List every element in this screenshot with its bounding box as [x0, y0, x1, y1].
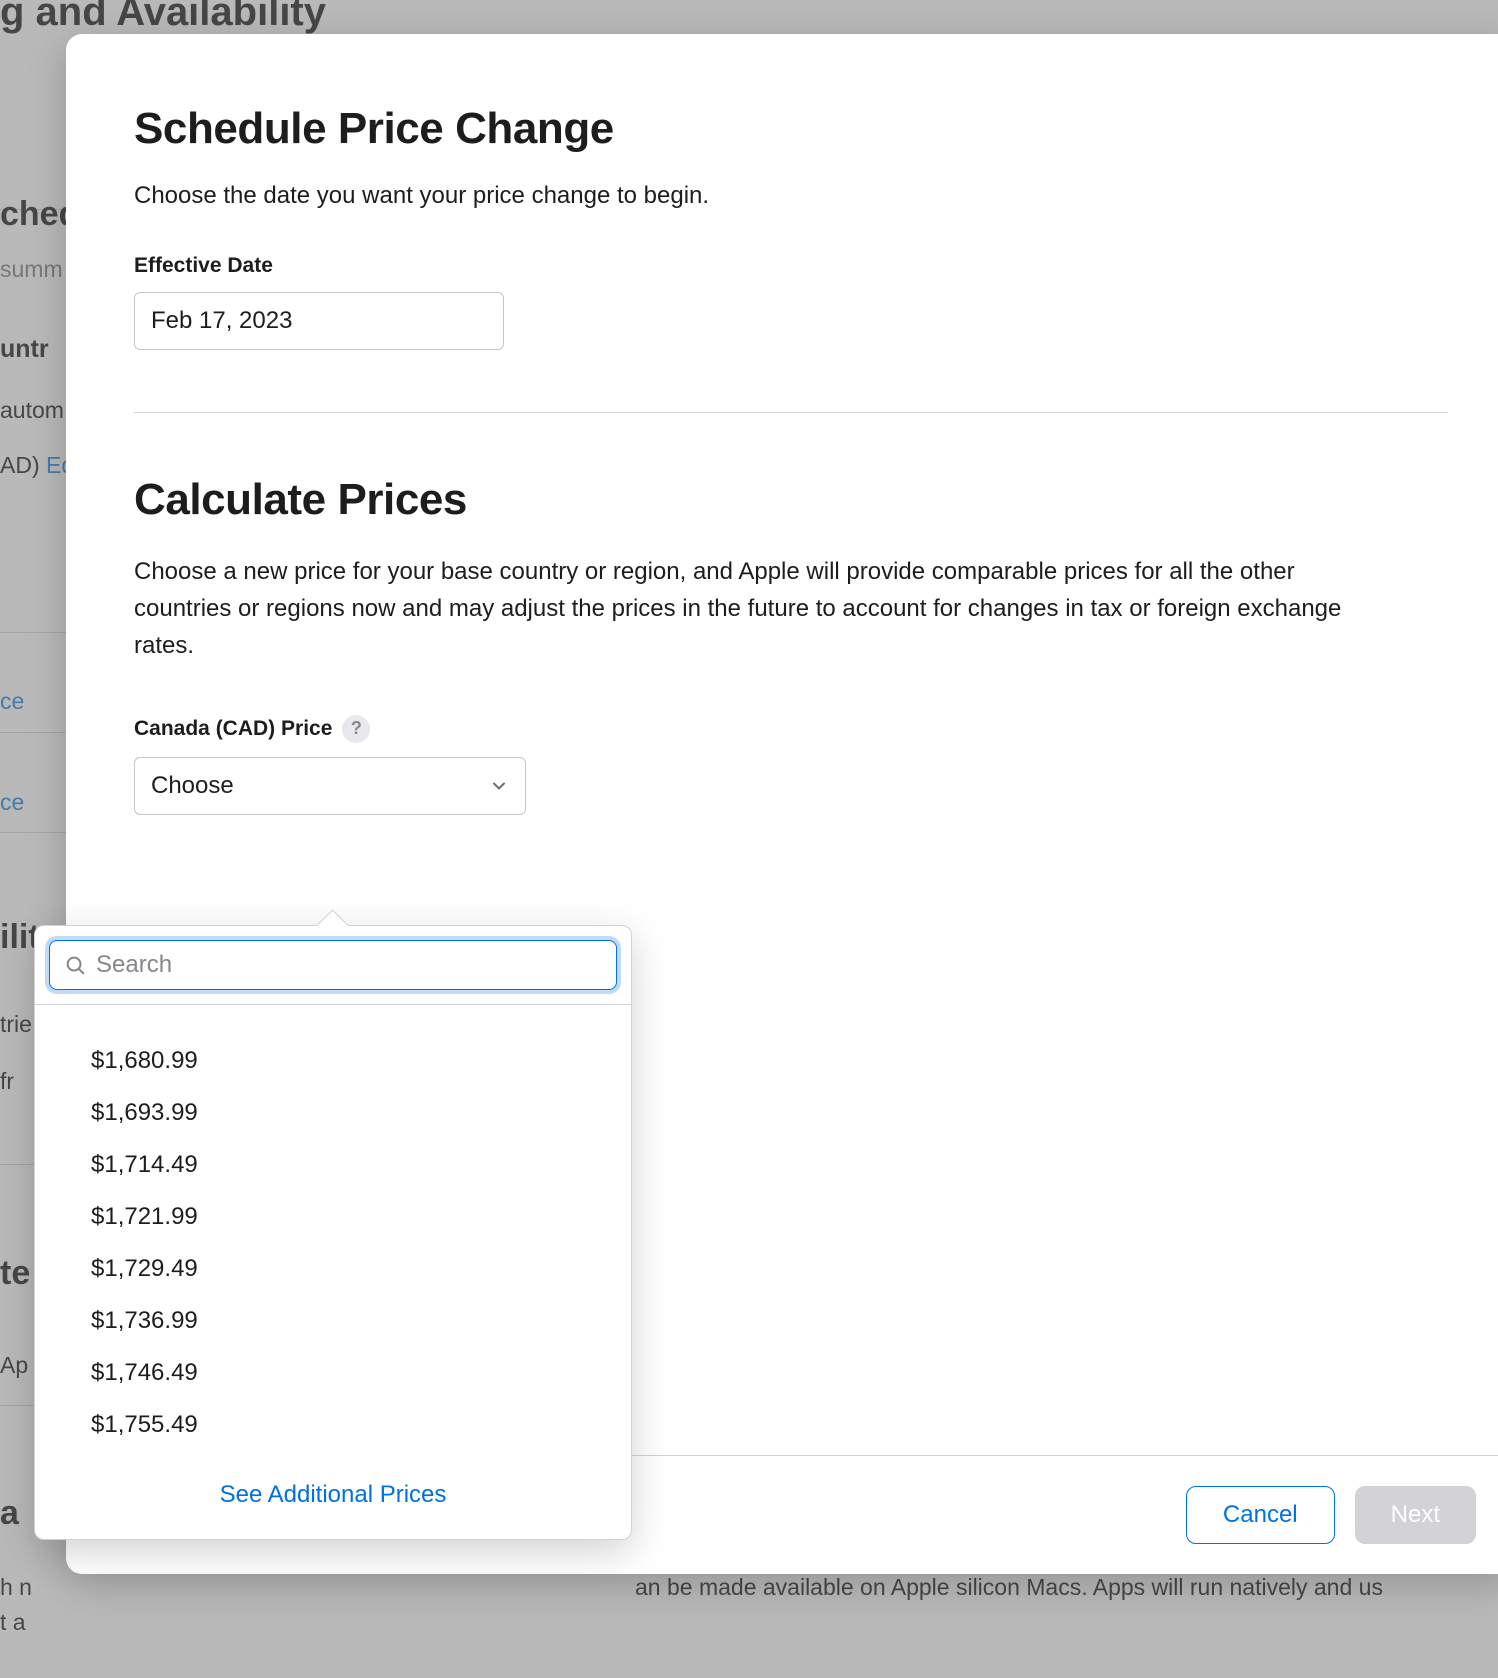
price-option[interactable]: $1,746.49 [35, 1347, 631, 1399]
price-option[interactable]: $1,680.99 [35, 1035, 631, 1087]
price-select[interactable]: Choose [134, 757, 526, 815]
effective-date-label: Effective Date [134, 254, 1448, 278]
cancel-button[interactable]: Cancel [1186, 1486, 1335, 1544]
price-dropdown: $1,680.99 $1,693.99 $1,714.49 $1,721.99 … [34, 925, 632, 1540]
price-option[interactable]: $1,693.99 [35, 1087, 631, 1139]
calculate-description: Choose a new price for your base country… [134, 553, 1394, 665]
section-divider [134, 412, 1448, 413]
price-option[interactable]: $1,721.99 [35, 1191, 631, 1243]
dropdown-search-wrap [35, 926, 631, 1005]
calculate-heading: Calculate Prices [134, 475, 1448, 525]
price-option[interactable]: $1,736.99 [35, 1295, 631, 1347]
effective-date-input[interactable]: Feb 17, 2023 [134, 292, 504, 350]
price-field-label: Canada (CAD) Price [134, 717, 332, 741]
chevron-down-icon [489, 776, 509, 796]
effective-date-value: Feb 17, 2023 [151, 307, 292, 335]
schedule-description: Choose the date you want your price chan… [134, 182, 1448, 210]
price-select-placeholder: Choose [151, 772, 234, 800]
price-option[interactable]: $1,714.49 [35, 1139, 631, 1191]
see-additional-prices-link[interactable]: See Additional Prices [35, 1459, 631, 1539]
next-button: Next [1355, 1486, 1476, 1544]
price-options-list: $1,680.99 $1,693.99 $1,714.49 $1,721.99 … [35, 1005, 631, 1459]
price-option[interactable]: $1,755.49 [35, 1399, 631, 1451]
schedule-heading: Schedule Price Change [134, 104, 1448, 154]
help-icon[interactable]: ? [342, 715, 370, 743]
search-input[interactable] [96, 951, 602, 979]
search-icon [64, 954, 86, 976]
search-container [49, 940, 617, 990]
price-option[interactable]: $1,729.49 [35, 1243, 631, 1295]
